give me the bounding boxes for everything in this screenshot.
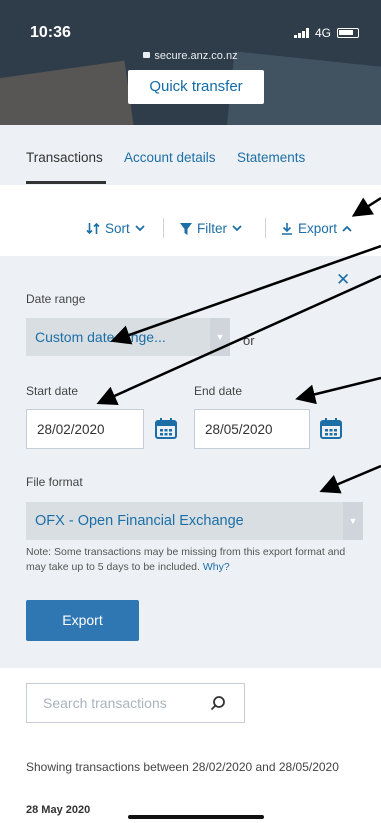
why-link[interactable]: Why? [203, 561, 230, 573]
status-time: 10:36 [30, 24, 71, 41]
tab-transactions[interactable]: Transactions [26, 150, 103, 165]
file-format-select[interactable]: OFX - Open Financial Exchange ▼ [26, 502, 363, 540]
calendar-icon[interactable] [155, 418, 177, 439]
status-indicators: 4G [293, 26, 359, 40]
caret-down-icon: ▼ [210, 318, 230, 356]
search-input[interactable]: Search transactions [26, 683, 245, 723]
tab-statements[interactable]: Statements [237, 150, 305, 165]
start-date-input[interactable]: 28/02/2020 [26, 409, 144, 449]
date-range-label: Date range [26, 292, 86, 306]
calendar-icon[interactable] [320, 418, 342, 439]
end-date-input[interactable]: 28/05/2020 [194, 409, 310, 449]
sort-icon [86, 222, 100, 235]
date-range-summary: Showing transactions between 28/02/2020 … [26, 760, 339, 774]
export-note-text: Note: Some transactions may be missing f… [26, 546, 346, 573]
app-header: 10:36 4G secure.anz.co.nz Quick transfer [0, 0, 381, 125]
search-icon[interactable] [210, 695, 226, 711]
quick-transfer-button[interactable]: Quick transfer [128, 70, 264, 104]
filter-button[interactable]: Filter [180, 221, 242, 236]
caret-down-icon: ▼ [343, 502, 363, 540]
account-tabs: Transactions Account details Statements [0, 125, 381, 185]
filter-label: Filter [197, 221, 227, 236]
date-range-value: Custom date range... [35, 329, 166, 345]
day-heading: 28 May 2020 [26, 804, 91, 816]
export-toggle-button[interactable]: Export [281, 221, 352, 236]
network-type: 4G [314, 26, 331, 40]
file-format-value: OFX - Open Financial Exchange [35, 513, 244, 529]
url-bar[interactable]: secure.anz.co.nz [0, 50, 381, 62]
filter-icon [180, 222, 192, 235]
tab-account-details[interactable]: Account details [124, 150, 216, 165]
export-note: Note: Some transactions may be missing f… [26, 545, 366, 575]
start-date-label: Start date [26, 384, 79, 398]
active-tab-indicator [26, 181, 106, 184]
end-date-label: End date [194, 384, 243, 398]
signal-icon [293, 28, 309, 38]
header-background [0, 60, 135, 125]
chevron-down-icon [135, 225, 145, 232]
lock-icon [143, 52, 151, 58]
chevron-down-icon [232, 225, 242, 232]
sort-label: Sort [105, 221, 130, 236]
date-range-select[interactable]: Custom date range... ▼ [26, 318, 230, 356]
url-text: secure.anz.co.nz [154, 50, 238, 62]
download-icon [282, 223, 292, 235]
file-format-label: File format [26, 475, 83, 489]
or-text: or [243, 333, 255, 348]
divider [265, 218, 266, 238]
chevron-up-icon [342, 225, 352, 232]
export-label: Export [298, 221, 338, 236]
battery-icon [337, 28, 359, 38]
search-placeholder: Search transactions [43, 695, 167, 711]
divider [163, 218, 164, 238]
export-button[interactable]: Export [26, 600, 139, 641]
sort-button[interactable]: Sort [86, 221, 145, 236]
close-icon[interactable]: ✕ [336, 270, 350, 290]
home-indicator [128, 815, 264, 819]
